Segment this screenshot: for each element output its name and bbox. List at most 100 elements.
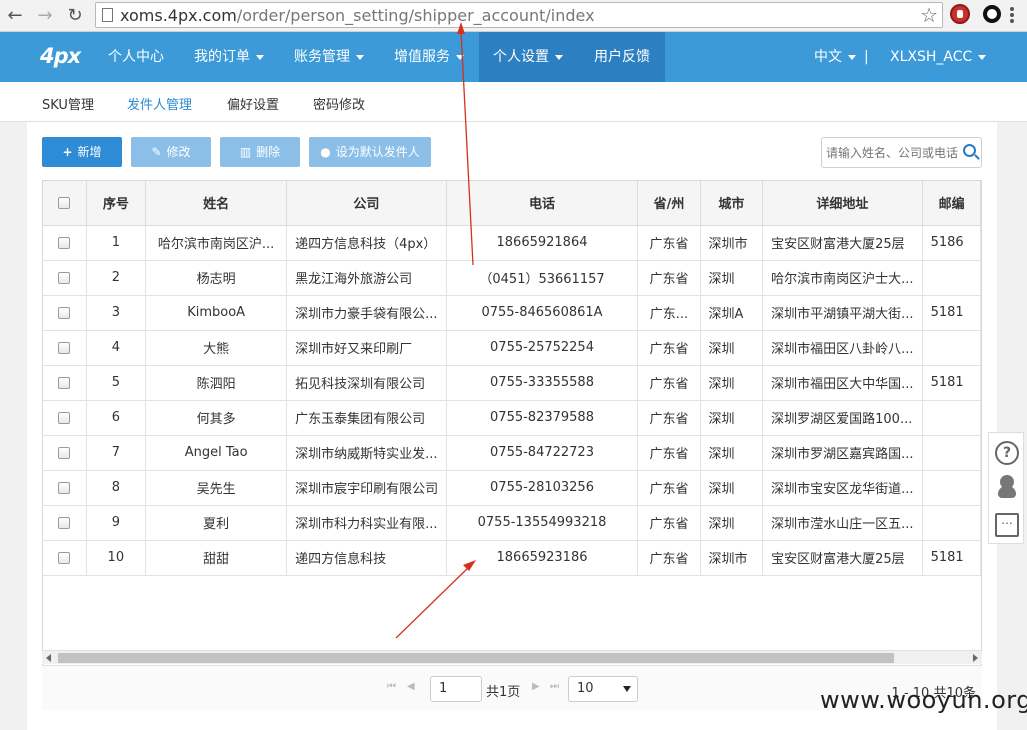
- language-label: 中文: [814, 49, 842, 65]
- table-row[interactable]: 4 大熊 深圳市好又来印刷厂 0755-25752254 广东省 深圳 深圳市福…: [43, 330, 981, 366]
- select-all-checkbox[interactable]: [58, 196, 71, 209]
- row-checkbox[interactable]: [58, 481, 71, 494]
- row-checkbox[interactable]: [58, 376, 71, 389]
- caret-down-icon: [978, 54, 987, 60]
- column-header-city[interactable]: 城市: [700, 181, 764, 226]
- column-header-phone[interactable]: 电话: [446, 181, 639, 226]
- subnav-password[interactable]: 密码修改: [313, 94, 365, 113]
- cell-city: 深圳: [700, 400, 764, 436]
- cell-company: 拓见科技深圳有限公司: [286, 365, 447, 401]
- plus-icon: +: [62, 145, 73, 159]
- delete-button[interactable]: ▥ 删除: [220, 137, 300, 167]
- chat-message-icon[interactable]: ...: [995, 513, 1019, 537]
- cell-company: 黑龙江海外旅游公司: [286, 260, 447, 296]
- nav-item-my-orders[interactable]: 我的订单: [180, 32, 278, 82]
- cell-no: 2: [86, 260, 147, 296]
- table-row[interactable]: 8 吴先生 深圳市宸宇印刷有限公司 0755-28103256 广东省 深圳 深…: [43, 470, 981, 506]
- row-checkbox[interactable]: [58, 516, 71, 529]
- first-page-icon[interactable]: ⏮: [387, 681, 396, 692]
- search-input[interactable]: [826, 144, 962, 162]
- address-bar[interactable]: xoms.4px.com/order/person_setting/shippe…: [95, 2, 943, 28]
- table-row[interactable]: 5 陈泗阳 拓见科技深圳有限公司 0755-33355588 广东省 深圳 深圳…: [43, 365, 981, 401]
- nav-item-accounts[interactable]: 账务管理: [280, 32, 378, 82]
- sub-navigation: SKU管理 发件人管理 偏好设置 密码修改: [0, 82, 1027, 122]
- column-header-address[interactable]: 详细地址: [762, 181, 923, 226]
- scroll-right-icon[interactable]: [973, 654, 978, 662]
- search-box[interactable]: [821, 137, 982, 168]
- cell-company: 广东玉泰集团有限公司: [286, 400, 447, 436]
- browser-menu-icon[interactable]: [1010, 7, 1014, 25]
- caret-down-icon: [256, 54, 264, 60]
- table-row[interactable]: 10 甜甜 递四方信息科技 18665923186 广东省 深圳市 宝安区财富港…: [43, 540, 981, 576]
- nav-item-feedback[interactable]: 用户反馈: [580, 32, 665, 82]
- page-number-input[interactable]: 1: [430, 676, 482, 702]
- subnav-shipper[interactable]: 发件人管理: [127, 94, 192, 113]
- row-checkbox[interactable]: [58, 236, 71, 249]
- table-row[interactable]: 6 何其多 广东玉泰集团有限公司 0755-82379588 广东省 深圳 深圳…: [43, 400, 981, 436]
- cell-province: 广东省: [637, 400, 701, 436]
- prev-page-icon[interactable]: ◀: [407, 681, 415, 692]
- nav-label: 用户反馈: [594, 49, 650, 65]
- cell-name: 杨志明: [145, 260, 288, 296]
- next-page-icon[interactable]: ▶: [532, 681, 540, 692]
- nav-item-personal-settings[interactable]: 个人设置: [479, 32, 580, 82]
- row-checkbox[interactable]: [58, 411, 71, 424]
- nav-label: 个人设置: [493, 49, 549, 65]
- delete-label: 删除: [256, 145, 281, 159]
- nav-item-personal-center[interactable]: 个人中心: [94, 32, 178, 82]
- cell-province: 广东省: [637, 260, 701, 296]
- cell-company: 深圳市宸宇印刷有限公司: [286, 470, 447, 506]
- table-row[interactable]: 3 KimbooA 深圳市力豪手袋有限公... 0755-846560861A …: [43, 295, 981, 331]
- edit-button[interactable]: ✎ 修改: [131, 137, 211, 167]
- nav-item-value-added[interactable]: 增值服务: [380, 32, 478, 82]
- set-default-label: 设为默认发件人: [335, 145, 420, 159]
- column-header-province[interactable]: 省/州: [637, 181, 701, 226]
- column-header-zip[interactable]: 邮编: [922, 181, 981, 226]
- row-checkbox[interactable]: [58, 306, 71, 319]
- cell-address: 宝安区财富港大厦25层: [762, 225, 923, 261]
- bookmark-star-icon[interactable]: ☆: [920, 4, 938, 26]
- ring-extension-icon[interactable]: [983, 5, 1001, 23]
- add-button[interactable]: + 新增: [42, 137, 122, 167]
- cell-province: 广东省: [637, 330, 701, 366]
- adblock-extension-icon[interactable]: [950, 4, 970, 24]
- column-header-no[interactable]: 序号: [86, 181, 147, 226]
- cell-phone: （0451）53661157: [446, 260, 639, 296]
- table-row[interactable]: 2 杨志明 黑龙江海外旅游公司 （0451）53661157 广东省 深圳 哈尔…: [43, 260, 981, 296]
- page-size-select[interactable]: 10: [568, 676, 638, 702]
- row-checkbox[interactable]: [58, 551, 71, 564]
- set-default-button[interactable]: ● 设为默认发件人: [309, 137, 431, 167]
- column-header-company[interactable]: 公司: [286, 181, 447, 226]
- url-text[interactable]: xoms.4px.com/order/person_setting/shippe…: [120, 6, 595, 25]
- scroll-left-icon[interactable]: [46, 654, 51, 662]
- brand-logo[interactable]: 4px: [40, 44, 81, 68]
- subnav-sku[interactable]: SKU管理: [42, 94, 94, 113]
- last-page-icon[interactable]: ⏭: [550, 681, 559, 692]
- total-pages: 共1页: [486, 685, 521, 700]
- horizontal-scrollbar[interactable]: [42, 650, 982, 664]
- cell-phone: 0755-84722723: [446, 435, 639, 471]
- row-checkbox[interactable]: [58, 271, 71, 284]
- scroll-thumb[interactable]: [58, 653, 894, 663]
- qq-support-icon[interactable]: [995, 475, 1019, 499]
- cell-company: 递四方信息科技（4px）: [286, 225, 447, 261]
- forward-arrow-icon[interactable]: →: [34, 5, 56, 27]
- cell-zip: [922, 400, 981, 436]
- account-menu[interactable]: XLXSH_ACC: [876, 32, 1000, 82]
- table-row[interactable]: 1 哈尔滨市南岗区沪... 递四方信息科技（4px） 18665921864 广…: [43, 225, 981, 261]
- back-arrow-icon[interactable]: ←: [4, 5, 26, 27]
- table-row[interactable]: 9 夏利 深圳市科力科实业有限... 0755-13554993218 广东省 …: [43, 505, 981, 541]
- top-navbar: 4px 个人中心 我的订单 账务管理 增值服务 个人设置 用户反馈 中文 | X…: [0, 32, 1027, 82]
- nav-label: 个人中心: [108, 49, 164, 65]
- help-icon[interactable]: ?: [995, 441, 1019, 465]
- edit-label: 修改: [166, 145, 191, 159]
- column-header-name[interactable]: 姓名: [145, 181, 288, 226]
- row-checkbox[interactable]: [58, 446, 71, 459]
- reload-icon[interactable]: ↻: [64, 5, 86, 27]
- search-icon[interactable]: [963, 144, 976, 157]
- table-row[interactable]: 7 Angel Tao 深圳市纳威斯特实业发... 0755-84722723 …: [43, 435, 981, 471]
- cell-zip: [922, 330, 981, 366]
- row-checkbox[interactable]: [58, 341, 71, 354]
- subnav-preferences[interactable]: 偏好设置: [227, 94, 279, 113]
- cell-address: 深圳市滢水山庄一区五...: [762, 505, 923, 541]
